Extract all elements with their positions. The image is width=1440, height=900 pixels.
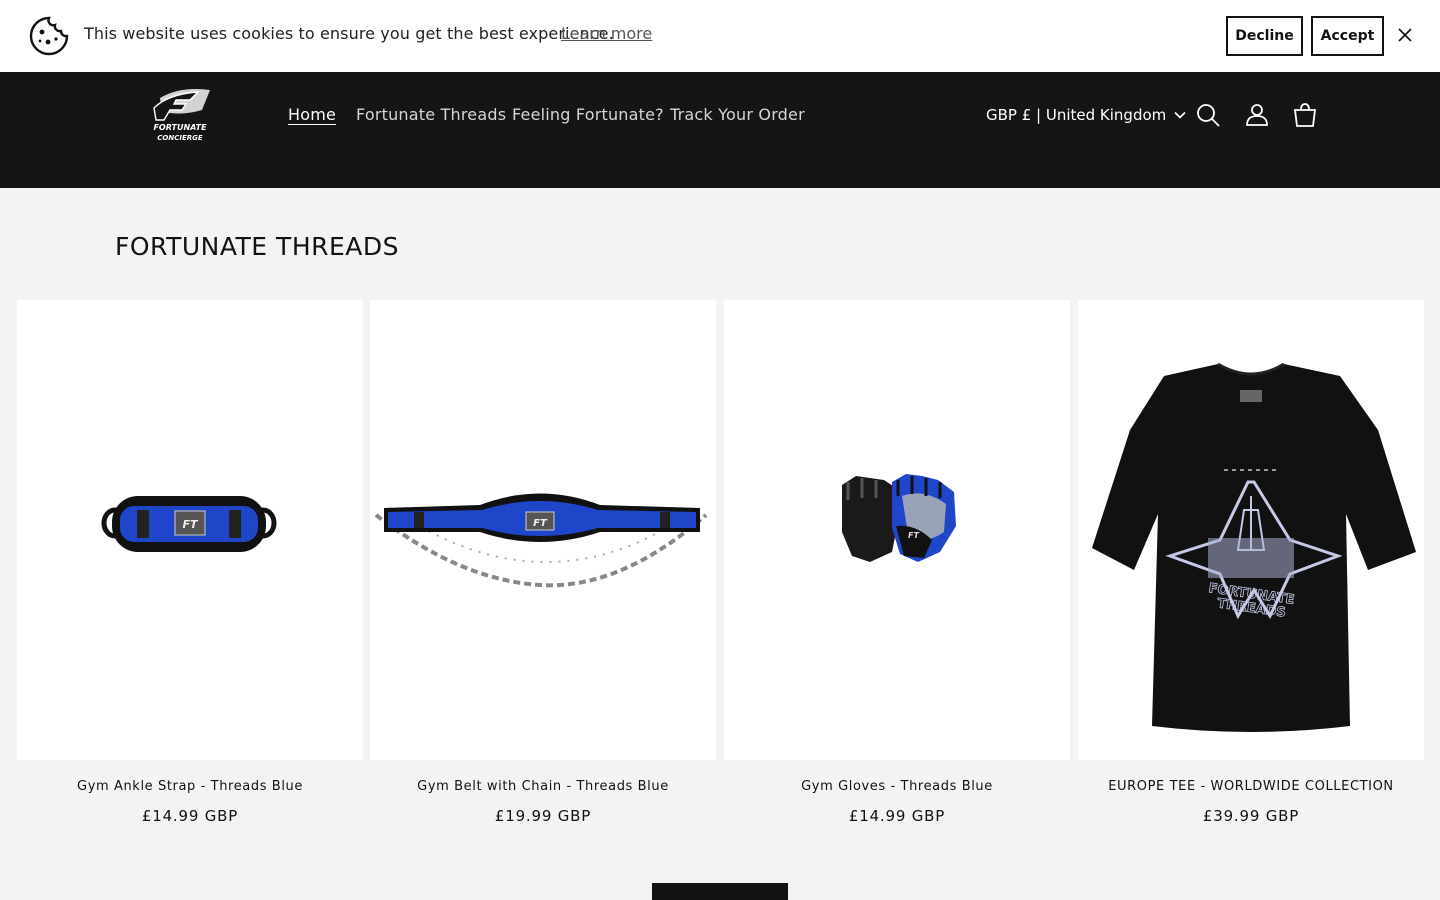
svg-text:FT: FT: [533, 518, 548, 529]
product-price: £39.99 GBP: [1202, 807, 1300, 825]
cookie-message: This website uses cookies to ensure you …: [84, 24, 614, 43]
product-image[interactable]: FT: [17, 300, 363, 760]
site-header: FORTUNATE CONCIERGE Home Fortunate Threa…: [0, 72, 1440, 188]
product-image[interactable]: FT: [370, 300, 716, 760]
account-icon[interactable]: [1244, 102, 1270, 128]
product-card[interactable]: FORTUNATE THREADS EUROPE TEE - WORLDWIDE…: [1078, 300, 1424, 825]
product-price: £14.99 GBP: [141, 807, 239, 825]
product-card[interactable]: FT Gym Belt with Chain - Threads Blue £1…: [370, 300, 716, 825]
collection-title: FORTUNATE THREADS: [115, 232, 400, 261]
cookie-icon: [29, 16, 69, 56]
currency-selector[interactable]: GBP £ | United Kingdom: [986, 106, 1186, 124]
product-image[interactable]: FT: [724, 300, 1070, 760]
ankle-strap-image: FT: [101, 496, 277, 552]
product-title[interactable]: Gym Ankle Strap - Threads Blue: [17, 779, 363, 794]
logo-text-1: FORTUNATE: [153, 123, 207, 132]
nav-track-order[interactable]: Track Your Order: [670, 105, 805, 124]
logo[interactable]: FORTUNATE CONCIERGE: [140, 80, 220, 146]
cookie-banner: This website uses cookies to ensure you …: [0, 0, 1440, 72]
product-price: £19.99 GBP: [494, 807, 592, 825]
chevron-down-icon: [1174, 111, 1186, 119]
close-icon[interactable]: [1396, 26, 1414, 44]
product-title[interactable]: EUROPE TEE - WORLDWIDE COLLECTION: [1078, 779, 1424, 794]
gym-gloves-image: FT: [842, 474, 956, 562]
decline-button[interactable]: Decline: [1226, 16, 1303, 56]
product-card[interactable]: FT Gym Gloves - Threads Blue £14.99 GBP: [724, 300, 1070, 825]
accept-button[interactable]: Accept: [1311, 16, 1384, 56]
currency-label: GBP £ | United Kingdom: [986, 106, 1167, 124]
view-all-button[interactable]: [652, 883, 788, 900]
svg-text:FT: FT: [908, 531, 919, 540]
learn-more-link[interactable]: Learn more: [561, 24, 652, 43]
product-card[interactable]: FT Gym Ankle Strap - Threads Blue £14.99…: [17, 300, 363, 825]
nav-feeling-fortunate[interactable]: Feeling Fortunate?: [512, 105, 664, 124]
nav-fortunate-threads[interactable]: Fortunate Threads: [356, 105, 506, 124]
nav-home[interactable]: Home: [288, 105, 336, 124]
logo-text-2: CONCIERGE: [157, 134, 203, 142]
search-icon[interactable]: [1195, 102, 1221, 128]
product-title[interactable]: Gym Gloves - Threads Blue: [724, 779, 1070, 794]
product-price: £14.99 GBP: [848, 807, 946, 825]
belt-with-chain-image: FT: [374, 493, 708, 588]
cart-icon[interactable]: [1292, 102, 1318, 128]
product-title[interactable]: Gym Belt with Chain - Threads Blue: [370, 779, 716, 794]
product-image[interactable]: FORTUNATE THREADS: [1078, 300, 1424, 760]
svg-text:FT: FT: [182, 518, 199, 531]
europe-tee-image: FORTUNATE THREADS: [1092, 362, 1416, 732]
